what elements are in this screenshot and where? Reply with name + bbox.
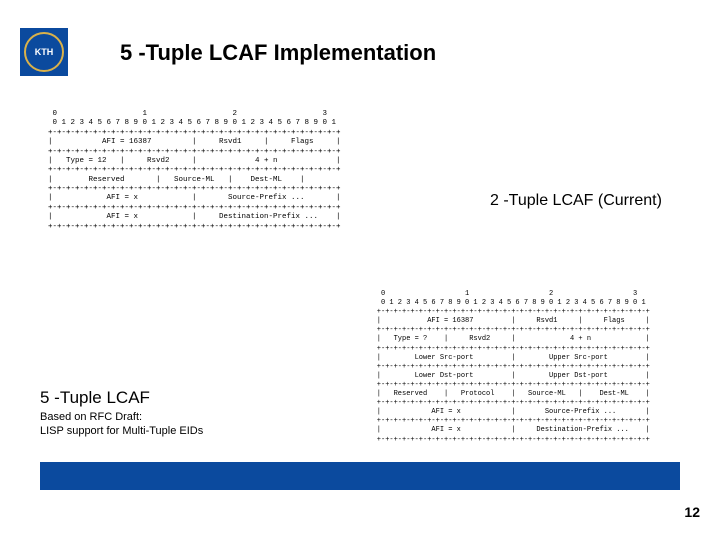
diagram-2tuple: 0 1 2 3 0 1 2 3 4 5 6 7 8 9 0 1 2 3 4 5 … xyxy=(30,110,341,232)
label-2tuple: 2 -Tuple LCAF (Current) xyxy=(490,192,662,210)
sublabel-rfc: Based on RFC Draft: LISP support for Mul… xyxy=(40,410,203,439)
footer-bar xyxy=(40,462,680,490)
kth-logo: KTH xyxy=(20,28,68,76)
sublabel-line2: LISP support for Multi-Tuple EIDs xyxy=(40,425,203,437)
slide-title: 5 -Tuple LCAF Implementation xyxy=(120,40,436,66)
page-number: 12 xyxy=(684,504,700,520)
sublabel-line1: Based on RFC Draft: xyxy=(40,411,142,423)
diagram-5tuple: 0 1 2 3 0 1 2 3 4 5 6 7 8 9 0 1 2 3 4 5 … xyxy=(360,290,650,445)
label-5tuple: 5 -Tuple LCAF xyxy=(40,388,150,408)
kth-logo-circle: KTH xyxy=(24,32,64,72)
kth-logo-text: KTH xyxy=(35,48,54,57)
